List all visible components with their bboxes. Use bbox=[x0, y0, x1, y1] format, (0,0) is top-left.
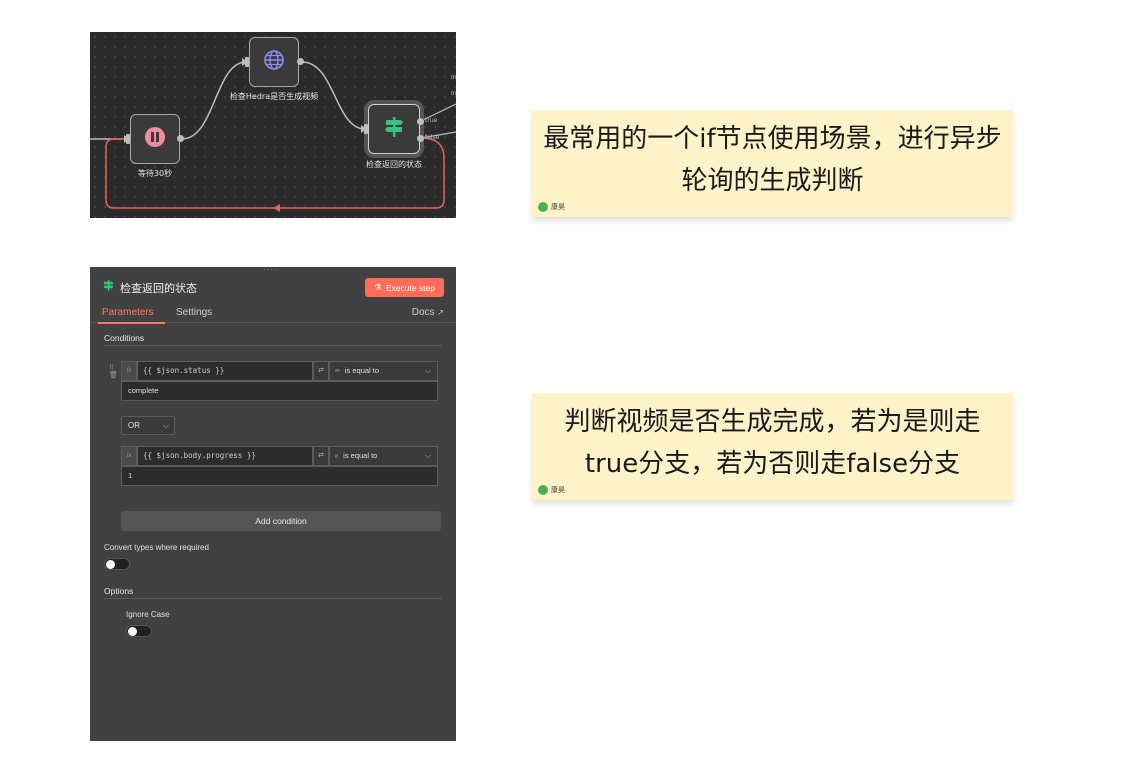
signpost-icon bbox=[102, 279, 115, 297]
execute-step-button[interactable]: ⚗ Execute step bbox=[365, 278, 444, 297]
panel-title[interactable]: 检查返回的状态 bbox=[120, 280, 197, 296]
string-type-icon: ᴬᴮ bbox=[335, 369, 340, 375]
ignore-case-toggle[interactable] bbox=[126, 625, 152, 637]
external-link-icon: ↗ bbox=[437, 308, 444, 317]
sticky-note[interactable]: 最常用的一个if节点使用场景，进行异步轮询的生成判断 康昊 bbox=[532, 110, 1013, 217]
chevron-down-icon: ⌵ bbox=[424, 451, 431, 460]
chevron-down-icon: ⌵ bbox=[424, 366, 431, 375]
convert-types-toggle[interactable] bbox=[104, 558, 130, 570]
operator-select[interactable]: ᴬᴮ is equal to ⌵ bbox=[329, 361, 438, 381]
swap-icon[interactable]: ⇄ bbox=[313, 446, 329, 466]
signpost-icon bbox=[382, 115, 406, 143]
wait-node[interactable] bbox=[130, 114, 180, 164]
sticky-note[interactable]: 判断视频是否生成完成，若为是则走true分支，若为否则走false分支 康昊 bbox=[532, 393, 1013, 500]
conditions-title: Conditions bbox=[104, 333, 145, 343]
divider bbox=[104, 598, 442, 599]
pause-icon bbox=[143, 125, 167, 153]
wait-node-output[interactable] bbox=[177, 135, 184, 142]
sticky-note-text: 判断视频是否生成完成，若为是则走true分支，若为否则走false分支 bbox=[564, 407, 981, 479]
offscreen-node-label: In bbox=[451, 74, 456, 81]
http-node[interactable] bbox=[249, 37, 299, 87]
operator-select[interactable]: # is equal to ⌵ bbox=[329, 446, 438, 466]
chevron-down-icon: ⌵ bbox=[162, 421, 169, 430]
author-name: 康昊 bbox=[551, 203, 565, 211]
offscreen-node-label: In bbox=[451, 90, 456, 97]
http-node-input[interactable] bbox=[245, 57, 249, 67]
if-node-input[interactable] bbox=[364, 124, 368, 134]
workflow-canvas[interactable]: 等待30秒 检查Hedra是否生成视频 true false 检查返回的状态 I… bbox=[90, 32, 456, 218]
sticky-note-text: 最常用的一个if节点使用场景，进行异步轮询的生成判断 bbox=[543, 124, 1002, 196]
false-port-label: false bbox=[425, 134, 440, 141]
http-node-output[interactable] bbox=[297, 58, 304, 65]
globe-icon bbox=[262, 48, 286, 76]
true-port-label: true bbox=[425, 117, 438, 124]
flask-icon: ⚗ bbox=[374, 282, 382, 292]
if-node-true-output[interactable] bbox=[417, 118, 424, 125]
avatar bbox=[538, 485, 548, 495]
divider bbox=[104, 345, 442, 346]
combinator-label: OR bbox=[128, 421, 140, 430]
if-node-false-output[interactable] bbox=[417, 135, 424, 142]
wait-node-input[interactable] bbox=[126, 134, 130, 144]
tab-parameters[interactable]: Parameters bbox=[102, 307, 154, 318]
http-node-label: 检查Hedra是否生成视频 bbox=[229, 92, 319, 101]
docs-label: Docs bbox=[411, 307, 435, 318]
combinator-select[interactable]: OR ⌵ bbox=[121, 416, 175, 435]
execute-step-label: Execute step bbox=[385, 282, 435, 293]
if-node-label: 检查返回的状态 bbox=[366, 160, 422, 169]
number-type-icon: # bbox=[335, 454, 339, 460]
author-name: 康昊 bbox=[551, 486, 565, 494]
note-author: 康昊 bbox=[538, 202, 565, 212]
condition-row: ⠿ 🗑 fx {{ $json.status }} ⇄ ᴬᴮ is equal t… bbox=[109, 361, 438, 401]
left-value-input[interactable]: {{ $json.status }} bbox=[137, 361, 313, 381]
right-value-input[interactable]: 1 bbox=[121, 466, 438, 486]
operator-label: is equal to bbox=[344, 366, 380, 375]
tab-settings[interactable]: Settings bbox=[176, 307, 212, 318]
note-author: 康昊 bbox=[538, 485, 565, 495]
docs-link[interactable]: Docs ↗ bbox=[412, 307, 444, 318]
swap-icon[interactable]: ⇄ bbox=[313, 361, 329, 381]
node-parameters-panel: ···· 检查返回的状态 ⚗ Execute step Parameters S… bbox=[90, 265, 456, 741]
if-node[interactable] bbox=[368, 104, 420, 154]
operator-label: is equal to bbox=[343, 451, 378, 460]
panel-tabs: Parameters Settings Docs ↗ bbox=[90, 305, 456, 324]
active-tab-indicator bbox=[98, 322, 165, 324]
left-value-input[interactable]: {{ $json.body.progress }} bbox=[137, 446, 313, 466]
panel-header: 检查返回的状态 ⚗ Execute step bbox=[90, 267, 456, 305]
wait-node-label: 等待30秒 bbox=[137, 169, 173, 178]
condition-row: fx {{ $json.body.progress }} ⇄ # is equa… bbox=[121, 446, 438, 486]
loop-arrow-icon bbox=[273, 204, 280, 212]
convert-types-label: Convert types where required bbox=[104, 543, 209, 552]
fx-icon[interactable]: fx bbox=[121, 361, 137, 381]
drag-delete-icon[interactable]: ⠿ 🗑 bbox=[109, 365, 118, 379]
fx-icon[interactable]: fx bbox=[121, 446, 137, 466]
options-title: Options bbox=[104, 586, 134, 596]
right-value-input[interactable]: complete bbox=[121, 381, 438, 401]
ignore-case-label: Ignore Case bbox=[126, 610, 170, 619]
avatar bbox=[538, 202, 548, 212]
add-condition-button[interactable]: Add condition bbox=[121, 511, 441, 531]
